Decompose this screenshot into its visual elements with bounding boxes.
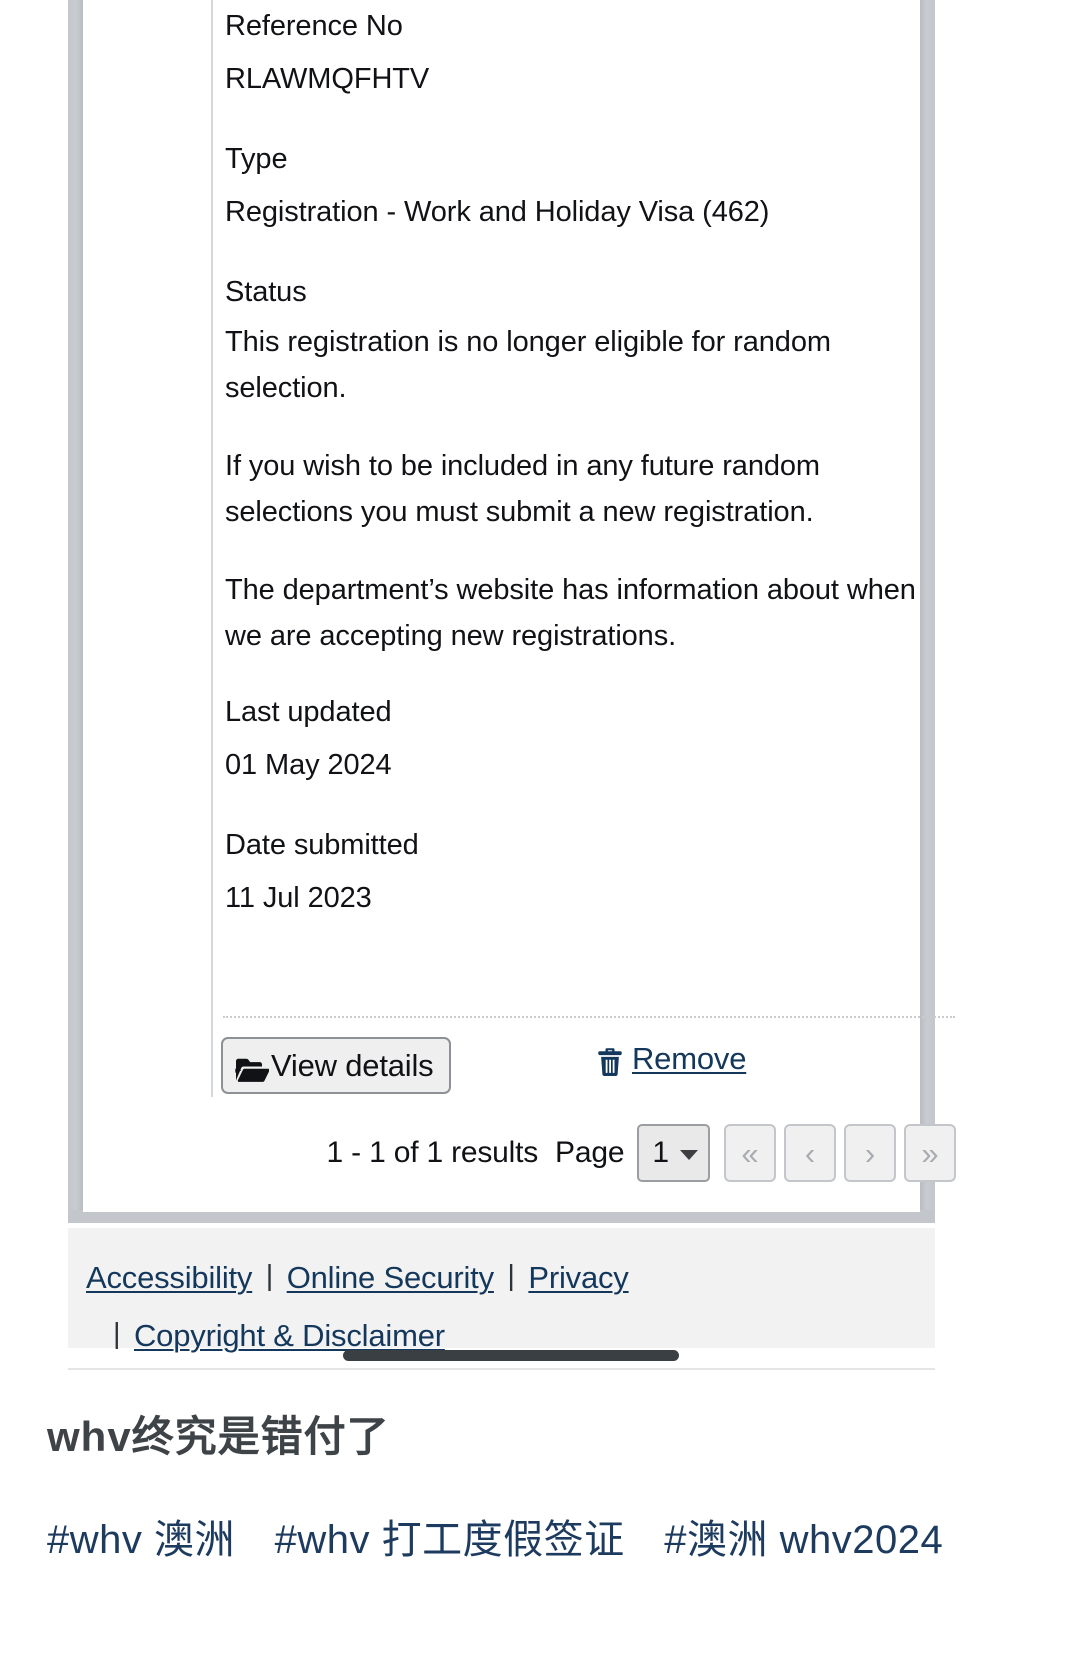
footer-separator: | (113, 1318, 121, 1350)
phone-screenshot: Reference No RLAWMQFHTV Type Registratio… (0, 0, 1080, 1375)
reference-no-value: RLAWMQFHTV (225, 63, 430, 95)
view-details-label: View details (271, 1047, 434, 1083)
status-label: Status (225, 276, 307, 308)
type-value: Registration - Work and Holiday Visa (46… (225, 196, 770, 228)
card-actions: View details Remove (221, 1037, 961, 1099)
registration-details: Reference No RLAWMQFHTV Type Registratio… (211, 0, 956, 1097)
remove-label: Remove (632, 1041, 747, 1076)
date-submitted-value: 11 Jul 2023 (225, 882, 372, 914)
footer-link-copyright-disclaimer[interactable]: Copyright & Disclaimer (134, 1318, 445, 1353)
footer-link-privacy[interactable]: Privacy (528, 1260, 628, 1295)
pagination-bar: 1 - 1 of 1 results Page 1 « ‹ › » (211, 1120, 956, 1186)
footer-separator: | (265, 1260, 274, 1292)
home-indicator (343, 1350, 679, 1361)
last-page-button[interactable]: » (904, 1124, 956, 1182)
last-updated-label: Last updated (225, 696, 392, 728)
hashtag-whv-working-holiday-visa[interactable]: #whv 打工度假签证 (275, 1518, 625, 1562)
next-page-button[interactable]: › (844, 1124, 896, 1182)
page-label: Page (555, 1136, 625, 1169)
reference-no-label: Reference No (225, 10, 403, 42)
remove-link[interactable]: Remove (597, 1041, 746, 1077)
type-label: Type (225, 143, 288, 175)
last-updated-value: 01 May 2024 (225, 749, 392, 781)
status-paragraph-3: The department’s website has information… (225, 574, 916, 652)
screenshot-bottom-edge (68, 1368, 935, 1370)
site-footer: Accessibility | Online Security | Privac… (68, 1228, 935, 1353)
section-divider (223, 1016, 955, 1018)
folder-open-icon (235, 1055, 270, 1082)
status-paragraph-1: This registration is no longer eligible … (225, 326, 831, 404)
page-select-value: 1 (652, 1136, 669, 1169)
trash-icon (597, 1047, 623, 1077)
prev-page-button[interactable]: ‹ (784, 1124, 836, 1182)
footer-link-accessibility[interactable]: Accessibility (86, 1260, 252, 1295)
pagination-buttons: « ‹ › » (724, 1124, 956, 1182)
device-frame-left-rail (68, 0, 83, 1222)
footer-link-online-security[interactable]: Online Security (287, 1260, 494, 1295)
caption-title: whv终究是错付了 (47, 1413, 390, 1460)
chevron-down-icon (680, 1150, 698, 1160)
status-paragraph-2: If you wish to be included in any future… (225, 450, 820, 528)
footer-links-row-1: Accessibility | Online Security | Privac… (86, 1252, 935, 1310)
page-select[interactable]: 1 (637, 1124, 710, 1182)
results-count: 1 - 1 of 1 results (326, 1136, 539, 1169)
caption-hashtags: #whv 澳洲 #whv 打工度假签证 #澳洲 whv2024 (47, 1511, 1037, 1569)
post-caption: whv终究是错付了 #whv 澳洲 #whv 打工度假签证 #澳洲 whv202… (47, 1405, 1037, 1569)
hashtag-australia-whv2024[interactable]: #澳洲 whv2024 (664, 1518, 943, 1562)
view-details-button[interactable]: View details (221, 1037, 452, 1094)
registration-card: Reference No RLAWMQFHTV Type Registratio… (83, 0, 956, 1212)
first-page-button[interactable]: « (724, 1124, 776, 1182)
date-submitted-label: Date submitted (225, 829, 419, 861)
footer-separator: | (507, 1260, 515, 1292)
hashtag-whv-australia[interactable]: #whv 澳洲 (47, 1518, 235, 1562)
